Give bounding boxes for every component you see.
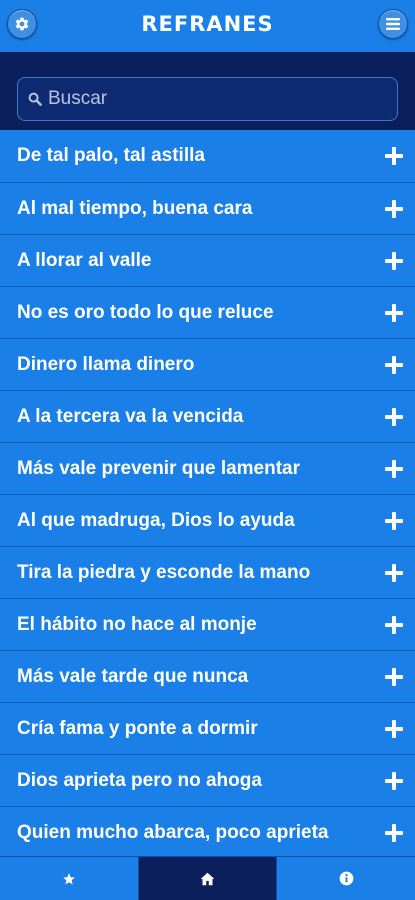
list-item[interactable]: Dinero llama dinero <box>0 338 415 390</box>
proverb-label: No es oro todo lo que reluce <box>17 302 274 323</box>
plus-icon[interactable] <box>385 564 403 582</box>
list-item[interactable]: Al mal tiempo, buena cara <box>0 182 415 234</box>
star-icon <box>62 872 75 884</box>
search-input[interactable] <box>48 78 388 120</box>
list-item[interactable]: El hábito no hace al monje <box>0 598 415 650</box>
proverb-label: Dios aprieta pero no ahoga <box>17 770 262 791</box>
list-item[interactable]: Cría fama y ponte a dormir <box>0 702 415 754</box>
home-icon <box>200 872 215 885</box>
plus-icon[interactable] <box>385 512 403 530</box>
info-icon <box>339 871 354 886</box>
plus-icon[interactable] <box>385 252 403 270</box>
list-item[interactable]: Más vale tarde que nunca <box>0 650 415 702</box>
plus-icon[interactable] <box>385 460 403 478</box>
proverb-label: De tal palo, tal astilla <box>17 145 205 166</box>
proverb-label: Cría fama y ponte a dormir <box>17 718 258 739</box>
plus-icon[interactable] <box>385 668 403 686</box>
search-icon <box>28 92 42 106</box>
plus-icon[interactable] <box>385 304 403 322</box>
list-item[interactable]: Dios aprieta pero no ahoga <box>0 754 415 806</box>
proverb-label: Dinero llama dinero <box>17 354 195 375</box>
plus-icon[interactable] <box>385 772 403 790</box>
proverb-label: El hábito no hace al monje <box>17 614 257 635</box>
search-bar <box>0 52 415 130</box>
proverb-label: Tira la piedra y esconde la mano <box>17 562 311 583</box>
plus-icon[interactable] <box>385 616 403 634</box>
app-header: REFRANES <box>0 0 415 52</box>
plus-icon[interactable] <box>385 356 403 374</box>
list-item[interactable]: No es oro todo lo que reluce <box>0 286 415 338</box>
proverb-list: De tal palo, tal astilla Al mal tiempo, … <box>0 130 415 856</box>
list-item[interactable]: Quien mucho abarca, poco aprieta <box>0 806 415 856</box>
bottom-tab-bar <box>0 856 415 900</box>
plus-icon[interactable] <box>385 720 403 738</box>
proverb-label: Más vale tarde que nunca <box>17 666 249 687</box>
tab-home[interactable] <box>138 857 278 900</box>
list-item[interactable]: De tal palo, tal astilla <box>0 130 415 182</box>
proverb-label: Más vale prevenir que lamentar <box>17 458 301 479</box>
proverb-label: A la tercera va la vencida <box>17 406 244 427</box>
list-item[interactable]: Tira la piedra y esconde la mano <box>0 546 415 598</box>
menu-icon <box>386 18 400 30</box>
tab-favorites[interactable] <box>0 857 139 900</box>
list-item[interactable]: Al que madruga, Dios lo ayuda <box>0 494 415 546</box>
plus-icon[interactable] <box>385 147 403 165</box>
list-item[interactable]: Más vale prevenir que lamentar <box>0 442 415 494</box>
list-item[interactable]: A la tercera va la vencida <box>0 390 415 442</box>
plus-icon[interactable] <box>385 200 403 218</box>
list-item[interactable]: A llorar al valle <box>0 234 415 286</box>
app-title: REFRANES <box>141 12 274 36</box>
plus-icon[interactable] <box>385 824 403 842</box>
proverb-label: A llorar al valle <box>17 250 152 271</box>
proverb-label: Quien mucho abarca, poco aprieta <box>17 822 329 843</box>
proverb-label: Al mal tiempo, buena cara <box>17 198 253 219</box>
search-box <box>17 77 398 121</box>
plus-icon[interactable] <box>385 408 403 426</box>
tab-info[interactable] <box>277 857 415 900</box>
menu-button[interactable] <box>378 9 408 39</box>
proverb-label: Al que madruga, Dios lo ayuda <box>17 510 295 531</box>
